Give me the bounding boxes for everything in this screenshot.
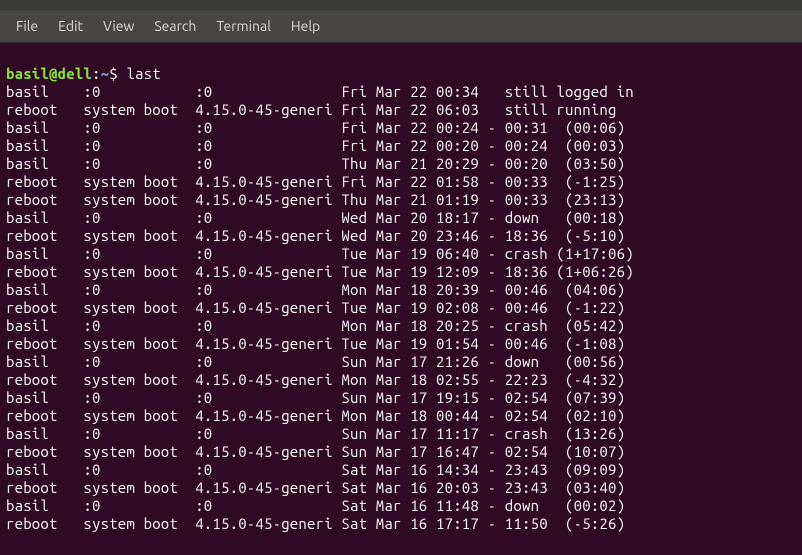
terminal-output[interactable]: basil@dell:~$ last basil :0 :0 Fri Mar 2… — [0, 43, 802, 555]
prompt-path: ~ — [101, 65, 110, 82]
menu-help[interactable]: Help — [281, 14, 330, 38]
menu-edit[interactable]: Edit — [48, 14, 93, 38]
prompt-symbol: $ — [109, 65, 126, 82]
menu-search[interactable]: Search — [144, 14, 206, 38]
menu-file[interactable]: File — [6, 14, 48, 38]
prompt-user-host: basil@dell — [6, 65, 92, 82]
menu-view[interactable]: View — [93, 14, 144, 38]
menubar: File Edit View Search Terminal Help — [0, 10, 802, 43]
output-rows: basil :0 :0 Fri Mar 22 00:34 still logge… — [6, 83, 796, 533]
window-titlebar — [0, 0, 802, 10]
command-text: last — [126, 65, 160, 82]
menu-terminal[interactable]: Terminal — [206, 14, 281, 38]
prompt-colon: : — [92, 65, 101, 82]
